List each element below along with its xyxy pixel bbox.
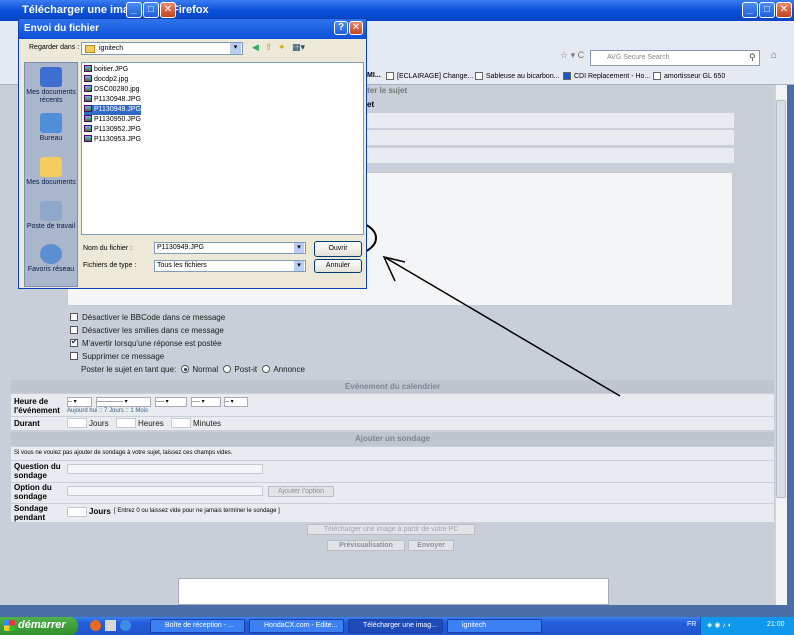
new-folder-icon[interactable]: ✦ (278, 42, 286, 53)
file-name: P1130950.JPG (94, 116, 141, 123)
file-name: DSC00280.jpg (94, 86, 140, 93)
place-label: Poste de travail (26, 223, 76, 230)
cancel-button[interactable]: Annuler (314, 259, 362, 273)
file-name: P1130952.JPG (94, 126, 141, 133)
place-label: Favoris réseau (27, 266, 75, 273)
quicklaunch-icon[interactable] (105, 620, 116, 631)
filetype-label: Fichiers de type : (83, 262, 137, 269)
file-name: docdp2.jpg (94, 76, 129, 83)
tray-icons[interactable]: ◈ ◉ ♪ ◐ (707, 621, 732, 629)
look-in-select[interactable]: ignitech ▾ (81, 42, 243, 55)
file-item[interactable]: P1130953.JPG (84, 135, 141, 145)
image-file-icon (84, 85, 92, 92)
place-my-computer[interactable]: Poste de travail (25, 201, 77, 231)
place-label: Mes documents (26, 179, 76, 186)
file-name: P1130953.JPG (94, 136, 141, 143)
recent-documents-icon (40, 67, 62, 87)
dialog-title: Envoi du fichier (24, 23, 100, 34)
task-upload-image[interactable]: Télécharger une imag... (348, 619, 443, 633)
task-hondacx[interactable]: HondaCX.com - Edite... (249, 619, 344, 633)
file-name: P1130948.JPG (94, 96, 141, 103)
file-item[interactable]: docdp2.jpg (84, 75, 128, 85)
folder-icon (85, 45, 95, 53)
my-documents-icon (40, 157, 62, 177)
file-item[interactable]: boitier.JPG (84, 65, 128, 75)
image-file-icon (84, 105, 92, 112)
places-bar: Mes documents récents Bureau Mes documen… (24, 62, 78, 287)
look-in-label: Regarder dans : (29, 44, 80, 51)
dropdown-arrow-icon[interactable]: ▾ (230, 43, 241, 54)
image-file-icon (84, 135, 92, 142)
back-icon[interactable]: ◀ (252, 42, 259, 53)
windows-logo-icon (4, 620, 15, 631)
file-name: boitier.JPG (94, 66, 129, 73)
place-label: Mes documents récents (26, 89, 76, 104)
start-label: démarrer (18, 619, 66, 631)
desktop-icon (40, 113, 62, 133)
place-label: Bureau (39, 135, 63, 142)
start-button[interactable]: démarrer (0, 617, 78, 635)
dialog-close-button[interactable]: ✕ (349, 21, 363, 35)
filename-label: Nom du fichier : (83, 245, 133, 252)
firefox-quicklaunch-icon[interactable] (90, 620, 101, 631)
filetype-select[interactable]: Tous les fichiers ▾ (154, 260, 306, 272)
view-menu-icon[interactable]: ▦▾ (292, 42, 305, 53)
help-button[interactable]: ? (334, 21, 348, 35)
dropdown-arrow-icon[interactable]: ▾ (294, 261, 304, 271)
file-list[interactable]: boitier.JPG docdp2.jpg DSC00280.jpg P113… (81, 62, 364, 235)
annotation-arrow-line (385, 257, 621, 397)
clock: 21:00 (767, 621, 785, 628)
place-desktop[interactable]: Bureau (25, 113, 77, 143)
file-item-selected[interactable]: P1130949.JPG (84, 105, 141, 115)
place-network[interactable]: Favoris réseau (25, 244, 77, 274)
filename-value: P1130949.JPG (157, 244, 204, 251)
file-item[interactable]: DSC00280.jpg (84, 85, 140, 95)
image-file-icon (84, 75, 92, 82)
network-icon (40, 244, 62, 264)
annotation-arrow-head (382, 255, 406, 282)
dialog-titlebar: Envoi du fichier ? ✕ (19, 19, 366, 39)
filetype-value: Tous les fichiers (157, 262, 207, 269)
place-my-documents[interactable]: Mes documents (25, 157, 77, 187)
filename-input[interactable]: P1130949.JPG ▾ (154, 242, 306, 254)
image-file-icon (84, 115, 92, 122)
file-dialog: Envoi du fichier ? ✕ Regarder dans : ign… (18, 18, 367, 289)
image-file-icon (84, 65, 92, 72)
file-item[interactable]: P1130950.JPG (84, 115, 141, 125)
computer-icon (40, 201, 62, 221)
image-file-icon (84, 95, 92, 102)
look-in-value: ignitech (99, 45, 124, 52)
file-name: P1130949.JPG (94, 106, 141, 113)
file-item[interactable]: P1130952.JPG (84, 125, 141, 135)
dropdown-arrow-icon[interactable]: ▾ (294, 243, 304, 253)
file-item[interactable]: P1130948.JPG (84, 95, 141, 105)
task-ignitech[interactable]: ignitech (447, 619, 542, 633)
place-recent[interactable]: Mes documents récents (25, 67, 77, 105)
image-file-icon (84, 125, 92, 132)
language-indicator[interactable]: FR (687, 621, 696, 628)
task-inbox[interactable]: Boîte de réception - ... (150, 619, 245, 633)
system-tray: FR ◈ ◉ ♪ ◐ 21:00 (687, 617, 794, 635)
up-folder-icon[interactable]: ⇧ (265, 42, 273, 53)
taskbar: démarrer Boîte de réception - ... HondaC… (0, 617, 794, 635)
open-button[interactable]: Ouvrir (314, 241, 362, 257)
ie-quicklaunch-icon[interactable] (120, 620, 131, 631)
